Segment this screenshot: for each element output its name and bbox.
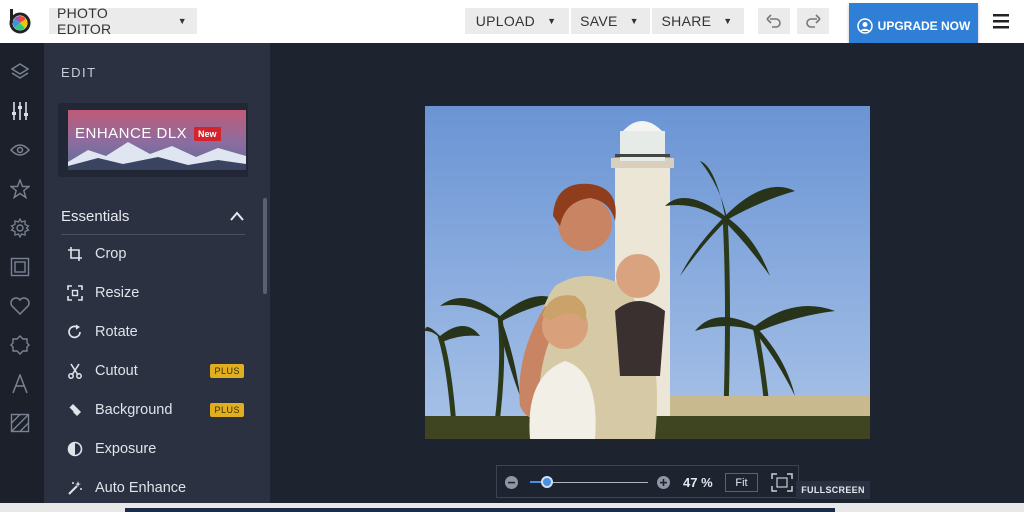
tool-exposure[interactable]: Exposure [66,434,250,464]
hamburger-menu-icon[interactable] [992,12,1010,30]
tool-label: Background [95,402,173,418]
heart-icon[interactable] [9,295,31,317]
zoom-level: 47 % [683,475,713,490]
enhance-dlx-label: ENHANCE DLX [75,125,188,142]
zoom-out-icon[interactable] [504,475,519,490]
eraser-icon [66,401,84,419]
chevron-up-icon [230,211,244,221]
redo-icon [806,14,821,28]
upgrade-now-button[interactable]: UPGRADE NOW [849,3,978,48]
top-bar: PHOTO EDITOR ▼ UPLOAD ▼ SAVE ▼ SHARE ▼ U… [0,0,1024,48]
badge-icon[interactable] [9,334,31,356]
fullscreen-icon[interactable] [771,473,793,492]
text-icon[interactable] [9,373,31,395]
rotate-icon [66,323,84,341]
upload-label: UPLOAD [475,13,536,29]
tool-background[interactable]: Background PLUS [66,395,250,425]
caret-down-icon: ▼ [629,16,639,26]
crop-icon [66,245,84,263]
zoom-toolbar: 47 % Fit [496,465,799,498]
share-button[interactable]: SHARE ▼ [652,8,744,34]
enhance-dlx-banner[interactable]: ENHANCE DLX New [58,103,248,177]
tool-label: Auto Enhance [95,480,187,496]
upload-button[interactable]: UPLOAD ▼ [465,8,569,34]
tool-label: Exposure [95,441,157,457]
zoom-in-icon[interactable] [656,475,671,490]
ad-banner [125,508,835,512]
save-label: SAVE [580,13,618,29]
exposure-icon [66,440,84,458]
magic-wand-icon [66,479,84,497]
resize-icon [66,284,84,302]
edited-photo[interactable] [425,106,870,439]
fit-button[interactable]: Fit [725,473,758,492]
editor-canvas: 47 % Fit FULLSCREEN [270,43,1024,512]
essentials-title: Essentials [61,208,130,225]
essentials-section-header[interactable]: Essentials [61,205,245,235]
tool-label: Cutout [95,363,138,379]
scissors-icon [66,362,84,380]
sliders-icon[interactable] [9,100,31,122]
share-label: SHARE [661,13,712,29]
redo-button[interactable] [797,8,829,34]
photo-editor-menu-button[interactable]: PHOTO EDITOR ▼ [49,5,197,37]
befunky-logo-icon[interactable] [7,8,33,34]
tool-crop[interactable]: Crop [66,239,250,269]
zoom-slider-handle[interactable] [540,476,553,488]
undo-icon [766,14,781,28]
tool-label: Resize [95,285,140,301]
tool-rotate[interactable]: Rotate [66,317,250,347]
caret-down-icon: ▼ [177,16,187,26]
caret-down-icon: ▼ [723,16,733,26]
upgrade-label: UPGRADE NOW [877,18,971,33]
layers-icon[interactable] [9,61,31,83]
panel-title: EDIT [61,65,97,80]
tool-auto-enhance[interactable]: Auto Enhance [66,473,250,503]
caret-down-icon: ▼ [547,16,557,26]
tool-cutout[interactable]: Cutout PLUS [66,356,250,386]
eye-icon[interactable] [9,139,31,161]
gear-icon[interactable] [9,217,31,239]
tool-resize[interactable]: Resize [66,278,250,308]
texture-icon[interactable] [9,412,31,434]
tool-label: Rotate [95,324,138,340]
plus-badge: PLUS [210,364,244,378]
new-badge: New [194,127,221,141]
edit-panel: EDIT ENHANCE DLX New Essentials Crop Res… [44,43,270,512]
tool-label: Crop [95,246,127,262]
star-icon[interactable] [9,178,31,200]
user-upgrade-icon [856,17,873,34]
plus-badge: PLUS [210,403,244,417]
fullscreen-tooltip: FULLSCREEN [796,481,870,499]
panel-scrollbar[interactable] [263,198,267,294]
tool-category-rail [0,43,44,512]
undo-button[interactable] [758,8,790,34]
frame-icon[interactable] [9,256,31,278]
photo-editor-label: PHOTO EDITOR [57,5,112,37]
bottom-ad-strip [0,503,1024,512]
save-button[interactable]: SAVE ▼ [571,8,650,34]
